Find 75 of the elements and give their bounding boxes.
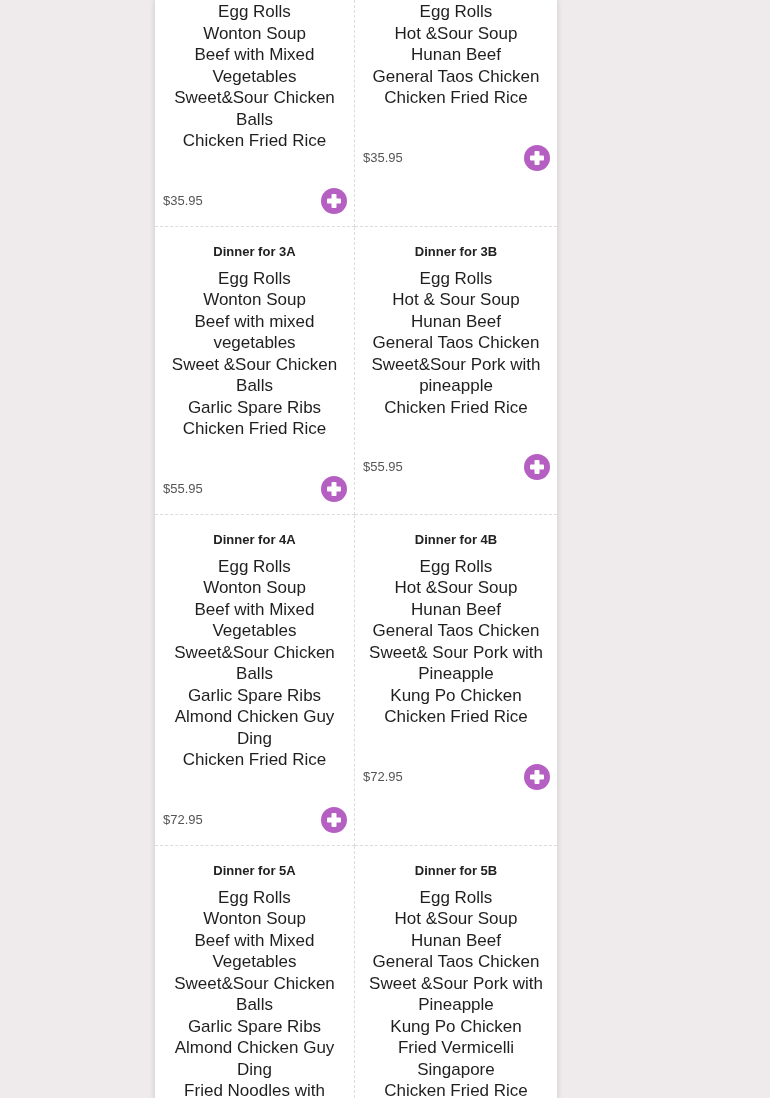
plus-circle-icon (321, 475, 347, 502)
dish-name: Hot & Sour Soup (392, 289, 520, 311)
combo-title: Dinner for 4A (212, 531, 297, 548)
dish-name: Chicken Fried Rice (182, 418, 327, 440)
plus-circle-icon (524, 454, 550, 480)
dish-name: Sweet &Sour Pork with Pineapple (368, 972, 544, 1016)
dish-name: Egg Rolls (218, 886, 291, 908)
plus-circle-icon (321, 806, 347, 833)
add-button[interactable] (321, 475, 347, 502)
combo-title: Dinner for 5A (212, 862, 297, 879)
dish-name: Kung Po Chicken (390, 684, 522, 706)
price: $55.95 (363, 458, 403, 477)
dish-name: Chicken Fried Rice (384, 87, 528, 109)
dish-name: Beef with mixed vegetables (193, 310, 316, 354)
add-button[interactable] (524, 454, 550, 480)
dish-name: Sweet& Sour Pork with Pineapple (368, 641, 544, 685)
dish-name: Fried Noodles with (184, 1080, 325, 1098)
dish-name: General Taos Chicken (372, 951, 540, 973)
dish-name: Hunan Beef (411, 310, 501, 332)
dish-name: Hunan Beef (411, 44, 501, 66)
dish-name: Beef with Mixed Vegetables (193, 44, 316, 87)
dish-name: Garlic Spare Ribs (187, 1015, 322, 1037)
dish-name: Egg Rolls (218, 555, 291, 577)
dish-name: Wonton Soup (203, 577, 306, 599)
dish-name: Egg Rolls (419, 1, 493, 23)
dish-name: Sweet&Sour Chicken Balls (173, 641, 336, 685)
dish-name: Wonton Soup (203, 908, 306, 930)
dish-name: Egg Rolls (419, 886, 493, 908)
dish-name: Sweet&Sour Pork with pineapple (370, 353, 542, 397)
dish-name: Egg Rolls (419, 267, 493, 289)
dish-name: Chicken Fried Rice (182, 130, 327, 152)
combo-title: Dinner for 3A (212, 243, 297, 260)
dish-name: Egg Rolls (419, 555, 493, 577)
plus-circle-icon (321, 187, 347, 214)
add-button[interactable] (524, 144, 550, 171)
price: $72.95 (363, 767, 403, 786)
dish-name: Chicken Fried Rice (384, 1080, 528, 1098)
dish-name: Kung Po Chicken (390, 1015, 522, 1037)
plus-circle-icon (524, 763, 550, 790)
dish-name: Wonton Soup (203, 289, 306, 311)
dish-name: Hot &Sour Soup (394, 577, 518, 599)
dish-name: Almond Chicken Guy Ding (173, 1037, 336, 1080)
dish-name: Garlic Spare Ribs (187, 396, 322, 418)
dish-name: General Taos Chicken (372, 620, 540, 642)
plus-circle-icon (524, 144, 550, 171)
dish-name: Garlic Spare Ribs (187, 684, 322, 706)
dish-name: Egg Rolls (218, 267, 291, 289)
dish-name: Wonton Soup (203, 22, 306, 44)
dish-name: Almond Chicken Guy Ding (173, 706, 336, 749)
dish-name: Sweet&Sour Chicken Balls (173, 87, 336, 130)
dish-name: Sweet &Sour Chicken Balls (170, 353, 339, 397)
dish-name: Egg Rolls (218, 1, 291, 23)
dish-name: Fried Vermicelli Singapore (396, 1037, 516, 1080)
price: $72.95 (163, 810, 203, 829)
dish-name: Hot &Sour Soup (394, 22, 518, 44)
dish-name: Hunan Beef (411, 929, 501, 951)
price: $55.95 (163, 479, 203, 498)
dish-name: General Taos Chicken (372, 332, 540, 354)
combo-title: Dinner for 4B (413, 531, 499, 548)
dish-name: Hot &Sour Soup (394, 908, 518, 930)
dish-name: General Taos Chicken (372, 65, 540, 87)
dish-name: Beef with Mixed Vegetables (193, 929, 316, 973)
dish-name: Chicken Fried Rice (384, 706, 528, 728)
dish-name: Chicken Fried Rice (384, 396, 528, 418)
combo-title: Dinner for 5B (413, 862, 499, 879)
price: $35.95 (163, 191, 203, 210)
add-button[interactable] (524, 763, 550, 790)
dish-name: Beef with Mixed Vegetables (193, 598, 316, 642)
dish-name: Chicken Fried Rice (182, 749, 327, 771)
dish-name: Hunan Beef (411, 598, 501, 620)
combo-title: Dinner for 3B (413, 243, 499, 260)
dish-name: Sweet&Sour Chicken Balls (173, 972, 336, 1016)
add-button[interactable] (321, 806, 347, 833)
add-button[interactable] (321, 187, 347, 214)
price: $35.95 (363, 148, 403, 167)
